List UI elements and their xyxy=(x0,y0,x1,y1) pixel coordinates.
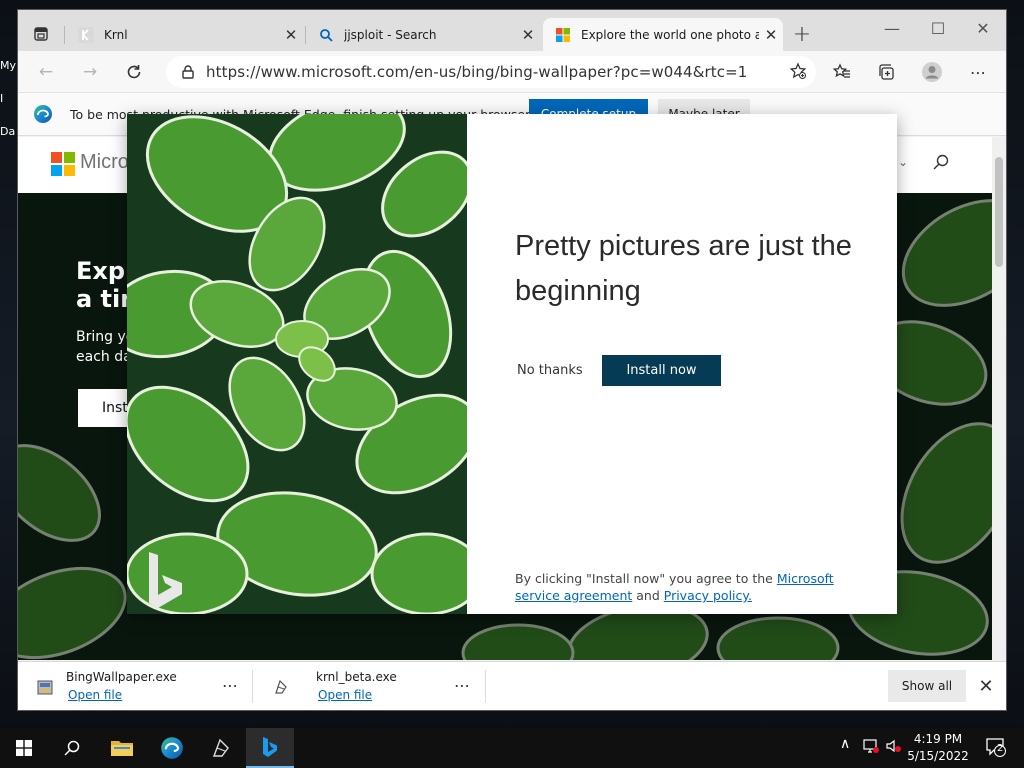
close-tab-icon[interactable]: ✕ xyxy=(516,26,540,44)
more-icon[interactable]: ⋯ xyxy=(222,676,239,695)
navigation-toolbar: ← → https://www.microsoft.com/en-us/bing… xyxy=(18,51,1006,92)
notification-count: 2 xyxy=(997,743,1004,754)
legal-text: By clicking "Install now" you agree to t… xyxy=(515,570,875,604)
browser-window: Krnl ✕ jjsploit - Search ✕ Explore the w… xyxy=(18,10,1006,710)
tab-strip: Krnl ✕ jjsploit - Search ✕ Explore the w… xyxy=(18,10,1006,51)
refresh-icon[interactable] xyxy=(118,57,150,87)
legal-prefix: By clicking "Install now" you agree to t… xyxy=(515,571,777,586)
more-icon[interactable]: ⋯ xyxy=(962,57,994,87)
close-tab-icon[interactable]: ✕ xyxy=(279,26,303,44)
open-file-link[interactable]: Open file xyxy=(68,688,122,702)
installer-icon xyxy=(37,680,53,695)
close-icon[interactable]: ✕ xyxy=(974,672,998,700)
desktop-icon-label: I xyxy=(0,92,4,105)
forward-icon[interactable]: → xyxy=(74,57,106,87)
tab-krnl[interactable]: Krnl ✕ xyxy=(66,18,303,51)
download-item[interactable]: BingWallpaper.exe Open file ⋯ xyxy=(18,662,250,710)
lock-icon[interactable] xyxy=(174,65,202,79)
favorites-icon[interactable] xyxy=(826,57,858,87)
krnl-icon[interactable] xyxy=(197,728,245,768)
add-favorite-icon[interactable] xyxy=(782,56,814,86)
desktop-icons: My I Da xyxy=(0,60,18,180)
search-icon[interactable] xyxy=(48,728,96,768)
volume-icon[interactable] xyxy=(885,738,903,758)
more-icon[interactable]: ⋯ xyxy=(454,676,471,695)
close-tab-icon[interactable]: ✕ xyxy=(759,26,783,44)
clock-time: 4:19 PM xyxy=(913,732,963,746)
desktop-icon-label: Da xyxy=(0,125,16,138)
back-icon[interactable]: ← xyxy=(30,57,62,87)
chevron-down-icon[interactable]: ⌄ xyxy=(898,155,908,169)
microsoft-logo[interactable] xyxy=(51,152,75,176)
tab-jjsploit-search[interactable]: jjsploit - Search ✕ xyxy=(306,18,540,51)
network-icon[interactable] xyxy=(862,738,880,758)
tab-title: Explore the world one photo at a xyxy=(581,27,759,42)
start-icon[interactable] xyxy=(0,728,48,768)
download-filename: BingWallpaper.exe xyxy=(66,670,177,684)
scrollbar-thumb[interactable] xyxy=(995,157,1003,267)
downloads-bar: BingWallpaper.exe Open file ⋯ krnl_beta.… xyxy=(18,661,1006,710)
search-icon xyxy=(318,27,334,43)
succulent-photo xyxy=(127,114,467,614)
tray-chevron-icon[interactable]: ∧ xyxy=(840,736,850,752)
bing-icon[interactable] xyxy=(246,728,294,768)
dialog-title: Pretty pictures are just the beginning xyxy=(515,230,852,307)
notifications-icon[interactable]: 2 xyxy=(985,737,1007,761)
profile-icon[interactable] xyxy=(916,57,948,87)
krnl-icon xyxy=(275,679,287,694)
address-bar[interactable]: https://www.microsoft.com/en-us/bing/bin… xyxy=(166,56,816,88)
clock-date: 5/15/2022 xyxy=(907,749,969,763)
edge-icon[interactable] xyxy=(148,728,196,768)
open-file-link[interactable]: Open file xyxy=(318,688,372,702)
show-all-button[interactable]: Show all xyxy=(888,670,966,702)
no-thanks-button[interactable]: No thanks xyxy=(517,363,583,378)
vertical-scrollbar[interactable] xyxy=(992,137,1006,660)
legal-mid: and xyxy=(632,588,664,603)
privacy-policy-link[interactable]: Privacy policy. xyxy=(664,588,752,603)
taskbar: ∧ 4:19 PM 5/15/2022 2 xyxy=(0,728,1024,768)
krnl-icon xyxy=(78,26,94,43)
close-window-button[interactable]: ✕ xyxy=(960,14,1006,42)
download-item[interactable]: krnl_beta.exe Open file ⋯ xyxy=(254,662,486,710)
tab-actions-icon[interactable] xyxy=(24,20,58,48)
install-dialog: Pretty pictures are just the beginning N… xyxy=(127,114,897,614)
maximize-button[interactable]: ☐ xyxy=(915,14,961,42)
search-icon[interactable] xyxy=(932,153,950,174)
url-text[interactable]: https://www.microsoft.com/en-us/bing/bin… xyxy=(206,63,747,81)
tab-bing-wallpaper[interactable]: Explore the world one photo at a ✕ xyxy=(543,18,783,51)
download-filename: krnl_beta.exe xyxy=(316,670,397,684)
new-tab-button[interactable]: + xyxy=(786,19,818,49)
system-clock[interactable]: 4:19 PM 5/15/2022 xyxy=(905,731,971,765)
edge-icon xyxy=(33,104,53,127)
collections-icon[interactable] xyxy=(870,57,902,87)
desktop-icon-label: My xyxy=(0,59,17,72)
install-now-button[interactable]: Install now xyxy=(602,355,721,386)
tab-title: jjsploit - Search xyxy=(344,27,437,42)
minimize-button[interactable]: — xyxy=(869,14,915,42)
microsoft-logo xyxy=(555,27,571,43)
tab-title: Krnl xyxy=(104,27,128,42)
file-explorer-icon[interactable] xyxy=(98,728,146,768)
